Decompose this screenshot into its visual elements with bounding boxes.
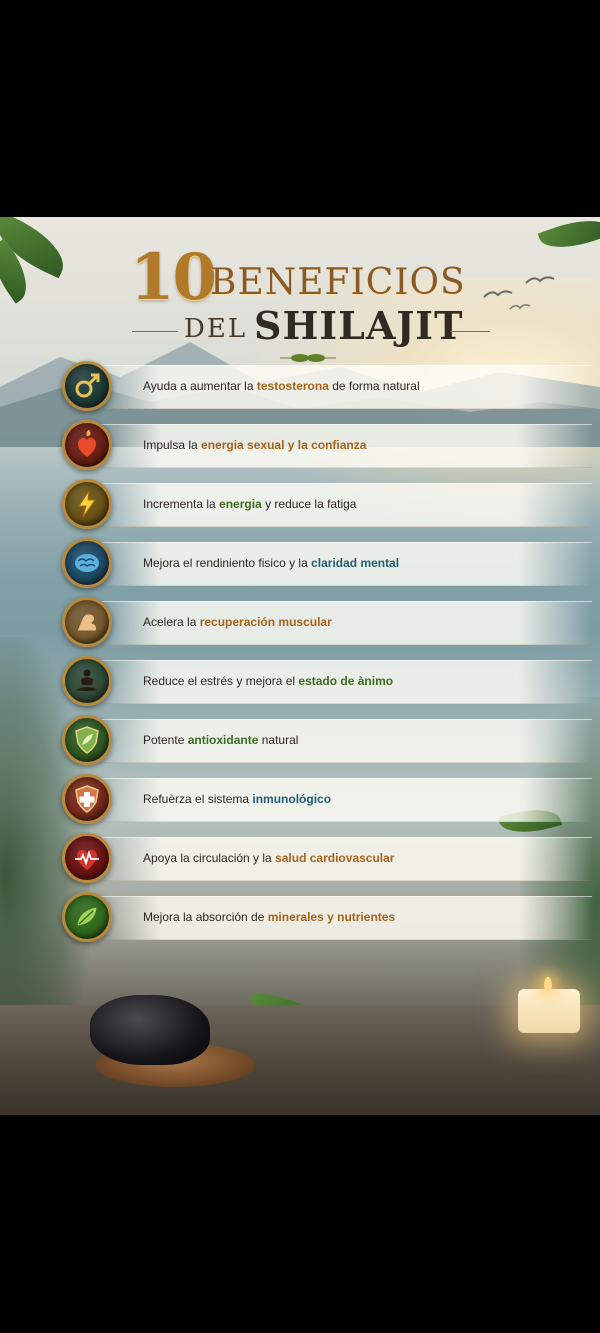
benefit-text: Incrementa la energia y reduce la fatiga [143, 492, 593, 516]
benefit-text: Potente antioxidante natural [143, 728, 593, 752]
benefit-text: Reduce el estrés y mejora el estado de à… [143, 669, 593, 693]
benefit-text-suffix: de forma natural [328, 379, 420, 393]
benefit-text-prefix: Acelera la [143, 615, 200, 629]
benefit-row: Reduce el estrés y mejora el estado de à… [62, 656, 592, 706]
benefit-list: Ayuda a aumentar la testosterona de form… [0, 217, 600, 1115]
benefit-text-prefix: Incrementa la [143, 497, 220, 511]
heartbeat-icon [62, 833, 112, 883]
male-symbol-icon [62, 361, 112, 411]
benefit-text: Ayuda a aumentar la testosterona de form… [143, 374, 593, 398]
benefit-row: Impulsa la energia sexual y la confianza [62, 420, 592, 470]
benefit-highlight: claridad mental [311, 556, 400, 570]
benefit-highlight: estado de ànimo [298, 674, 394, 688]
benefit-row: Apoya la circulación y la salud cardiova… [62, 833, 592, 883]
benefit-highlight: energia sexual y la confianza [201, 438, 367, 452]
leaf-icon [62, 892, 112, 942]
benefit-row: Potente antioxidante natural [62, 715, 592, 765]
benefit-text-prefix: Impulsa la [143, 438, 202, 452]
infographic-poster: 10 BENEFICIOS DEL SHILAJIT Ayuda a aumen… [0, 217, 600, 1115]
benefit-highlight: inmunológico [252, 792, 332, 806]
benefit-row: Mejora la absorción de minerales y nutri… [62, 892, 592, 942]
benefit-highlight: recuperación muscular [199, 615, 332, 629]
brain-icon [62, 538, 112, 588]
benefit-row: Ayuda a aumentar la testosterona de form… [62, 361, 592, 411]
benefit-row: Refuèrza el sistema inmunológico [62, 774, 592, 824]
benefit-text-prefix: Potente [143, 733, 188, 747]
shield-leaf-icon [62, 715, 112, 765]
benefit-text-suffix: natural [258, 733, 299, 747]
benefit-text: Refuèrza el sistema inmunológico [143, 787, 593, 811]
benefit-highlight: minerales y nutrientes [267, 910, 396, 924]
benefit-highlight: salud cardiovascular [275, 851, 395, 865]
meditation-icon [62, 656, 112, 706]
benefit-text-suffix: y reduce la fatiga [261, 497, 357, 511]
benefit-text: Apoya la circulación y la salud cardiova… [143, 846, 593, 870]
benefit-text-prefix: Apoya la circulación y la [143, 851, 276, 865]
benefit-text-prefix: Reduce el estrés y mejora el [143, 674, 299, 688]
flaming-heart-icon [62, 420, 112, 470]
benefit-highlight: antioxidante [187, 733, 259, 747]
benefit-text-prefix: Mejora el rendiniento fisico y la [143, 556, 312, 570]
medical-shield-icon [62, 774, 112, 824]
benefit-text-prefix: Ayuda a aumentar la [143, 379, 257, 393]
lightning-bolt-icon [62, 479, 112, 529]
benefit-text: Mejora la absorción de minerales y nutri… [143, 905, 593, 929]
benefit-row: Acelera la recuperación muscular [62, 597, 592, 647]
benefit-highlight: energia [219, 497, 262, 511]
benefit-row: Mejora el rendiniento fisico y la clarid… [62, 538, 592, 588]
benefit-text: Impulsa la energia sexual y la confianza [143, 433, 593, 457]
benefit-highlight: testosterona [256, 379, 329, 393]
benefit-text: Mejora el rendiniento fisico y la clarid… [143, 551, 593, 575]
benefit-row: Incrementa la energia y reduce la fatiga [62, 479, 592, 529]
benefit-text: Acelera la recuperación muscular [143, 610, 593, 634]
benefit-text-prefix: Refuèrza el sistema [143, 792, 253, 806]
flexed-arm-icon [62, 597, 112, 647]
benefit-text-prefix: Mejora la absorción de [143, 910, 268, 924]
